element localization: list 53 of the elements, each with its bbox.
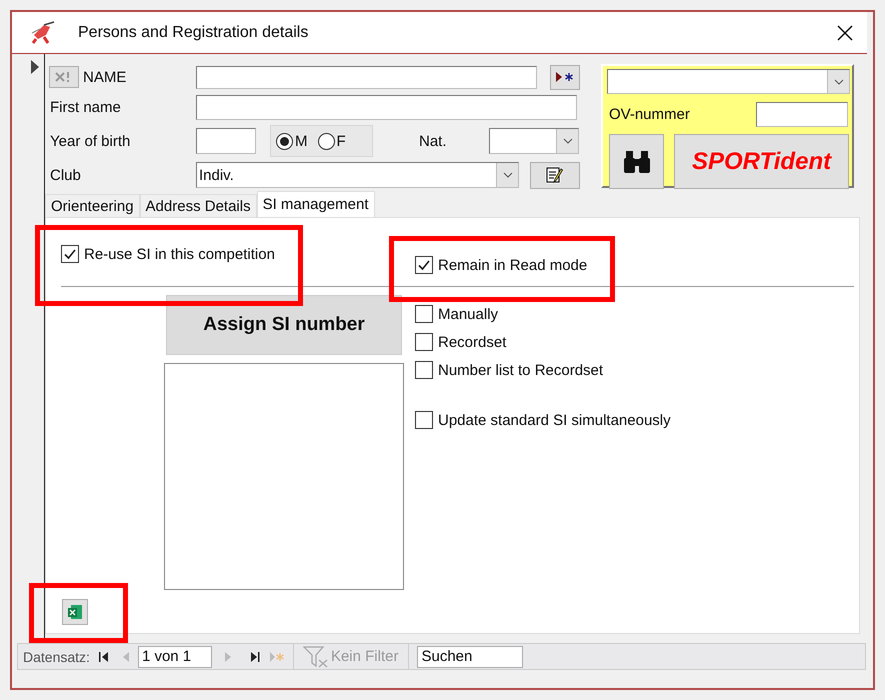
checkbox-label: Remain in Read mode bbox=[438, 256, 588, 274]
binoculars-icon bbox=[622, 150, 652, 174]
tab[interactable]: SI management bbox=[256, 191, 374, 217]
first-record-icon[interactable] bbox=[98, 650, 110, 662]
caret-icon bbox=[502, 172, 512, 178]
radio-button[interactable] bbox=[318, 132, 334, 150]
checkbox[interactable] bbox=[415, 361, 433, 379]
app-logo-icon bbox=[30, 20, 56, 44]
year-field[interactable] bbox=[196, 128, 256, 154]
radio-label: F bbox=[336, 132, 346, 150]
checkbox-label: Number list to Recordset bbox=[438, 362, 604, 378]
new-record-icon bbox=[556, 72, 574, 82]
last-record-icon[interactable] bbox=[248, 650, 261, 662]
window-title: Persons and Registration details bbox=[78, 24, 308, 42]
field-label: Club bbox=[50, 166, 82, 184]
tab[interactable]: Orienteering bbox=[45, 194, 140, 217]
checkbox-label: Manually bbox=[438, 306, 498, 322]
checkbox-label: Update standard SI simultaneously bbox=[438, 412, 671, 428]
checkbox-label: Re-use SI in this competition bbox=[84, 246, 275, 262]
checkbox[interactable] bbox=[415, 305, 433, 323]
close-icon[interactable] bbox=[837, 24, 853, 40]
nationality-dropdown[interactable] bbox=[489, 128, 579, 154]
edit-button[interactable] bbox=[530, 162, 580, 188]
new-record-button[interactable] bbox=[550, 64, 580, 90]
checkbox[interactable] bbox=[415, 256, 433, 274]
record-label: Datensatz: bbox=[23, 648, 90, 664]
checkbox-label: Recordset bbox=[438, 334, 506, 350]
checkbox[interactable] bbox=[415, 411, 433, 429]
assign-si-button[interactable]: Assign SI number bbox=[166, 295, 402, 355]
search-field[interactable]: Suchen bbox=[417, 646, 524, 668]
caret-icon bbox=[562, 138, 572, 144]
checkbox[interactable] bbox=[415, 333, 433, 351]
field-label: Nat. bbox=[419, 132, 448, 150]
field-label: First name bbox=[50, 98, 122, 116]
spreadsheet-icon bbox=[67, 604, 83, 620]
field-label: Year of birth bbox=[50, 132, 132, 150]
record-pointer-icon bbox=[31, 60, 39, 74]
search-button[interactable] bbox=[609, 134, 664, 189]
card-dropdown[interactable] bbox=[607, 69, 850, 94]
record-position-field[interactable]: 1 von 1 bbox=[138, 646, 212, 668]
excel-export-button[interactable] bbox=[62, 599, 88, 625]
name-field[interactable] bbox=[196, 66, 537, 88]
club-dropdown[interactable]: Indiv. bbox=[196, 162, 519, 188]
radio-label: M bbox=[295, 132, 308, 150]
ov-number-field[interactable] bbox=[756, 102, 848, 126]
field-label: OV-nummer bbox=[609, 106, 690, 122]
field-label: NAME bbox=[82, 68, 128, 86]
checkbox[interactable] bbox=[61, 245, 79, 263]
first-name-field[interactable] bbox=[196, 94, 577, 120]
edit-icon bbox=[546, 166, 564, 184]
caret-icon bbox=[834, 78, 844, 84]
radio-button[interactable] bbox=[276, 132, 293, 150]
tab[interactable]: Address Details bbox=[140, 194, 257, 217]
